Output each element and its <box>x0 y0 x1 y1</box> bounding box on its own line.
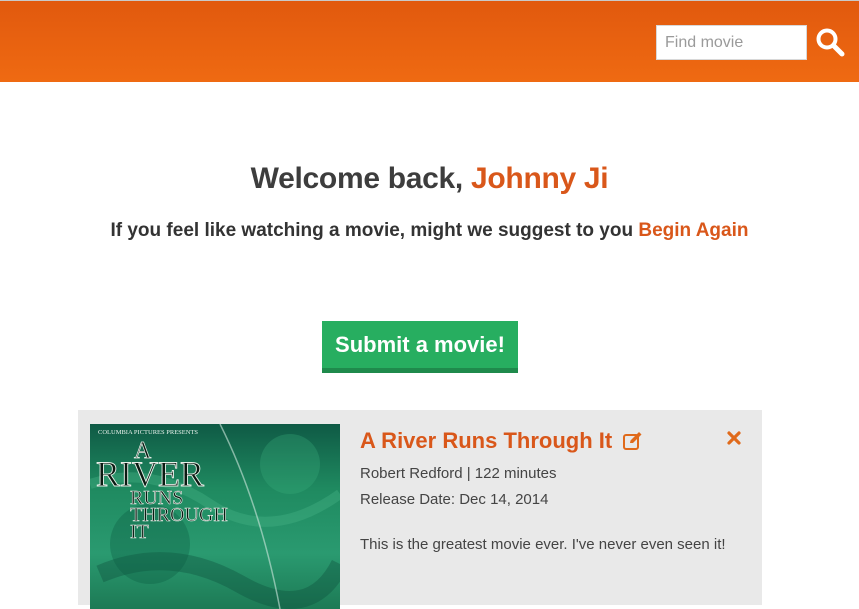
close-icon <box>727 431 741 445</box>
poster-studio-text: COLUMBIA PICTURES PRESENTS <box>98 429 198 436</box>
welcome-heading: Welcome back, Johnny Ji <box>0 162 859 196</box>
header-bar <box>0 1 859 82</box>
user-name: Johnny Ji <box>471 162 609 195</box>
welcome-prefix: Welcome back, <box>250 162 472 195</box>
movie-title-link[interactable]: A River Runs Through It <box>360 428 612 454</box>
submit-movie-button[interactable]: Submit a movie! <box>322 321 518 373</box>
edit-icon <box>623 432 642 450</box>
delete-movie-button[interactable] <box>722 428 746 452</box>
movie-director-runtime: Robert Redford | 122 minutes <box>360 465 557 482</box>
search-input[interactable] <box>656 25 807 60</box>
movie-poster: COLUMBIA PICTURES PRESENTS A RIVER RUNS … <box>90 424 340 609</box>
poster-line-it: IT <box>130 521 149 543</box>
suggestion-text: If you feel like watching a movie, might… <box>0 220 859 242</box>
suggestion-prefix: If you feel like watching a movie, might… <box>110 220 639 241</box>
movie-release-date: Release Date: Dec 14, 2014 <box>360 491 549 508</box>
movie-card: COLUMBIA PICTURES PRESENTS A RIVER RUNS … <box>78 410 762 609</box>
search-button[interactable] <box>815 27 845 57</box>
edit-movie-button[interactable] <box>621 430 645 454</box>
movie-description: This is the greatest movie ever. I've ne… <box>360 536 726 553</box>
suggested-movie-link[interactable]: Begin Again <box>638 220 748 241</box>
search-icon <box>816 28 845 57</box>
